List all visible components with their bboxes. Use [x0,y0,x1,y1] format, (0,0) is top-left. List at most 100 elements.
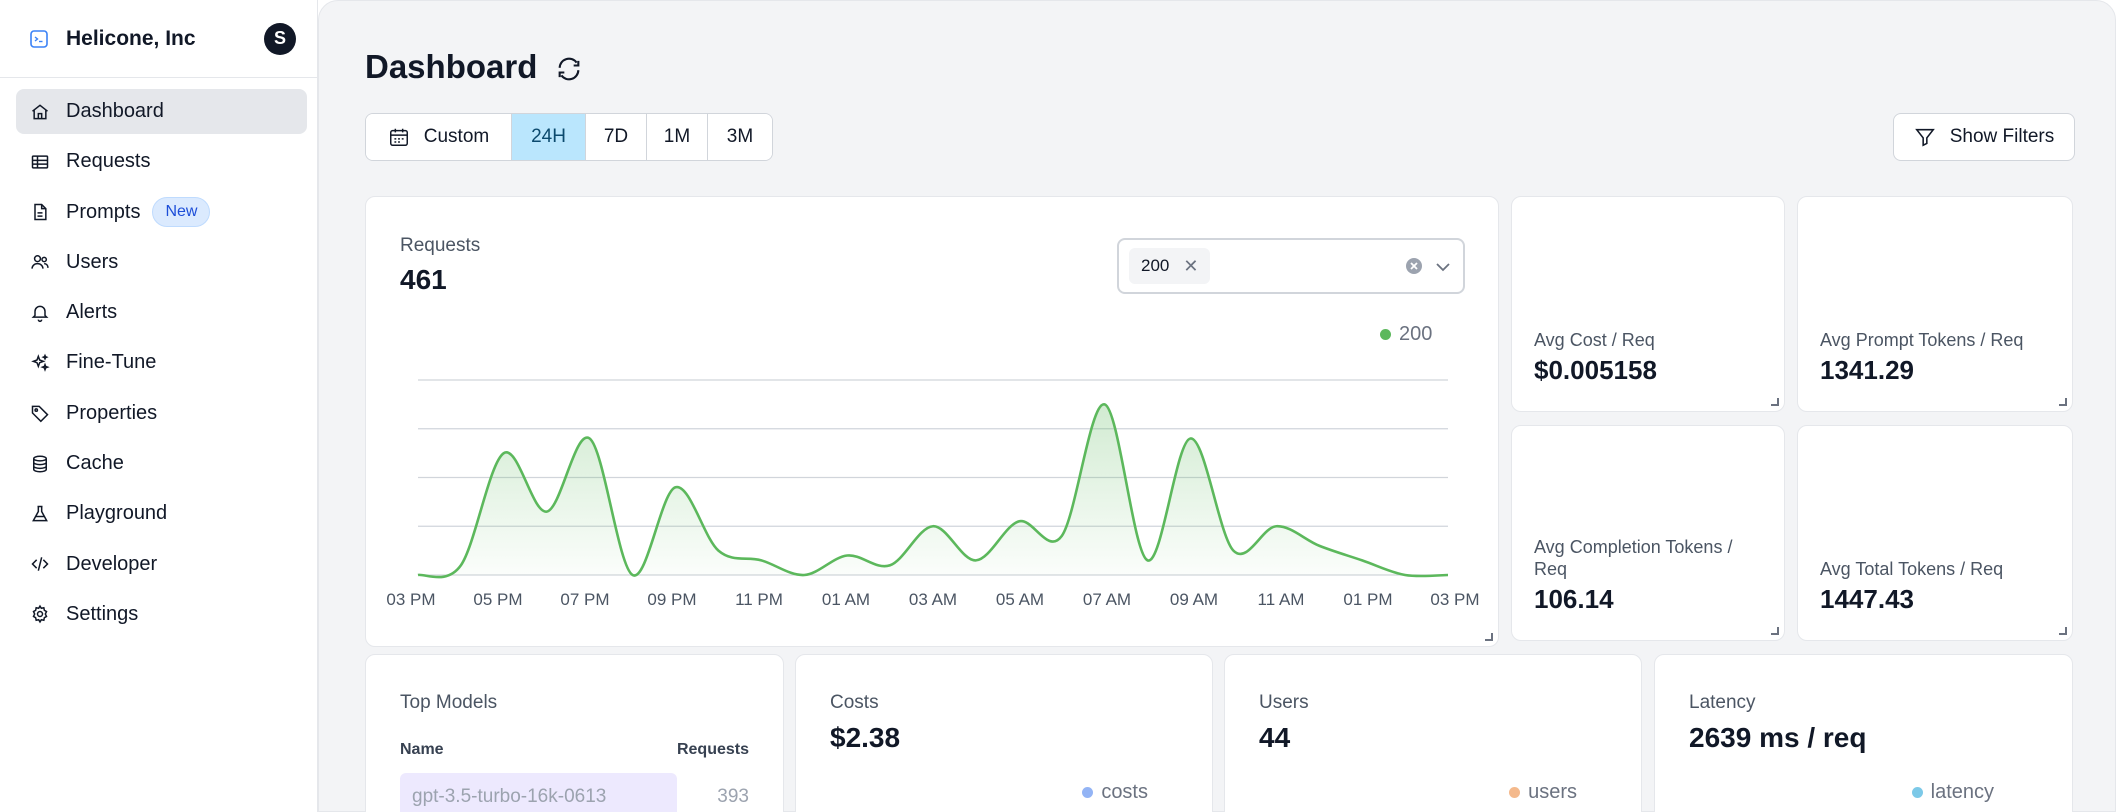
avg-prompt-tokens-label: Avg Prompt Tokens / Req [1820,330,2024,350]
sidebar: Helicone, Inc S Dashboard Requests Promp… [0,0,318,812]
costs-legend: costs [1082,781,1148,804]
tag-icon [30,403,50,423]
sidebar-item-label: Requests [66,150,151,173]
sidebar-nav: Dashboard Requests Prompts New Users Ale… [16,89,307,642]
avg-total-tokens-card: Avg Total Tokens / Req 1447.43 [1797,425,2073,641]
costs-label: Costs [830,692,879,713]
org-switcher[interactable]: Helicone, Inc S [0,0,318,78]
resize-handle[interactable] [2059,627,2067,635]
requests-chart: 03 PM 05 PM 07 PM 09 PM 11 PM 01 AM 03 AM 05 AM… [386,379,1480,609]
sidebar-item-label: Users [66,250,119,273]
x-tick-label: 03 PM [386,590,435,609]
latency-label: Latency [1689,692,1756,713]
sidebar-item-cache[interactable]: Cache [16,441,307,486]
sidebar-item-settings[interactable]: Settings [16,592,307,637]
filter-icon [1914,128,1935,147]
avg-total-tokens-value: 1447.43 [1820,584,1914,614]
series-area-200 [418,404,1448,578]
sidebar-item-label: Cache [66,452,124,475]
legend-label: users [1528,781,1577,803]
x-tick-label: 05 AM [996,590,1044,609]
top-models-card: Top Models Name Requests gpt-3.5-turbo-1… [365,654,784,812]
new-badge: New [152,197,211,228]
sidebar-item-label: Alerts [66,301,118,324]
model-name: gpt-3.5-turbo-16k-0613 [412,786,607,807]
users-icon [30,252,50,272]
sidebar-item-label: Dashboard [66,100,164,122]
x-tick-label: 07 PM [560,590,609,609]
latency-card: Latency 2639 ms / req latency [1654,654,2073,812]
show-filters-label: Show Filters [1949,126,2055,147]
legend-dot [1911,787,1923,798]
sidebar-item-users[interactable]: Users [16,240,307,285]
x-tick-label: 07 AM [1083,590,1131,609]
users-label: Users [1259,692,1309,713]
resize-handle[interactable] [1771,627,1779,635]
sidebar-item-label: Prompts [66,200,141,223]
sidebar-item-label: Developer [66,552,158,575]
resize-handle[interactable] [2059,398,2067,406]
x-tick-label: 03 AM [909,590,957,609]
table-icon [30,152,50,172]
avg-prompt-tokens-value: 1341.29 [1820,355,1914,385]
sidebar-item-label: Settings [66,602,139,625]
sidebar-item-requests[interactable]: Requests [16,139,307,184]
sidebar-item-alerts[interactable]: Alerts [16,290,307,335]
range-24h-button[interactable]: 24H [512,114,586,160]
avg-cost-value: $0.005158 [1534,355,1657,385]
terminal-icon [28,28,50,50]
costs-card: Costs $2.38 costs [795,654,1213,812]
x-tick-label: 01 AM [822,590,870,609]
x-tick-label: 11 PM [735,590,783,609]
sidebar-item-playground[interactable]: Playground [16,491,307,536]
custom-range-label: Custom [423,126,490,147]
models-col-name: Name [400,741,444,758]
show-filters-button[interactable]: Show Filters [1893,113,2075,161]
sidebar-item-prompts[interactable]: Prompts New [16,190,307,235]
legend-dot [1082,787,1094,798]
x-tick-label: 01 PM [1343,590,1392,609]
time-range-selector: Custom 24H 7D 1M 3M [365,113,773,161]
users-value: 44 [1259,722,1291,753]
beaker-icon [30,504,50,524]
resize-handle[interactable] [1771,398,1779,406]
sidebar-item-label: Properties [66,401,158,424]
sidebar-item-label: Playground [66,502,168,525]
sidebar-item-developer[interactable]: Developer [16,542,307,587]
latency-value: 2639 ms / req [1689,722,1867,753]
document-icon [30,202,50,222]
custom-range-button[interactable]: Custom [366,114,512,160]
users-card: Users 44 users [1224,654,1642,812]
range-1m-button[interactable]: 1M [647,114,708,160]
resize-handle[interactable] [1485,633,1493,641]
range-3m-button[interactable]: 3M [708,114,772,160]
table-row[interactable]: gpt-3.5-turbo-16k-0613 [400,773,677,812]
avg-completion-tokens-label: Avg Completion Tokens / Req [1534,537,1733,579]
range-7d-button[interactable]: 7D [586,114,647,160]
models-col-requests: Requests [676,741,749,758]
avatar[interactable]: S [264,22,296,55]
avg-cost-card: Avg Cost / Req $0.005158 [1511,196,1785,412]
sidebar-item-fine-tune[interactable]: Fine-Tune [16,340,307,385]
sparkles-icon [30,353,50,373]
database-icon [30,454,50,474]
costs-value: $2.38 [830,722,901,753]
x-tick-label: 03 PM [1430,590,1479,609]
org-name: Helicone, Inc [66,26,196,50]
avg-cost-label: Avg Cost / Req [1534,330,1655,350]
avg-total-tokens-label: Avg Total Tokens / Req [1820,559,2004,579]
model-requests: 393 [717,786,749,807]
main-content: Dashboard Custom 24H 7D 1M 3M Show Filte… [318,0,2116,812]
avg-prompt-tokens-card: Avg Prompt Tokens / Req 1341.29 [1797,196,2073,412]
avg-completion-tokens-card: Avg Completion Tokens / Req 106.14 [1511,425,1785,641]
latency-legend: latency [1911,781,1994,804]
sidebar-item-label: Fine-Tune [66,351,157,374]
top-models-label: Top Models [400,692,498,713]
gear-icon [30,604,50,624]
sidebar-item-dashboard[interactable]: Dashboard [16,89,307,134]
sidebar-item-properties[interactable]: Properties [16,391,307,436]
legend-label: latency [1930,781,1994,803]
x-tick-label: 05 PM [473,590,522,609]
refresh-icon[interactable] [555,55,583,83]
calendar-icon [389,128,408,146]
